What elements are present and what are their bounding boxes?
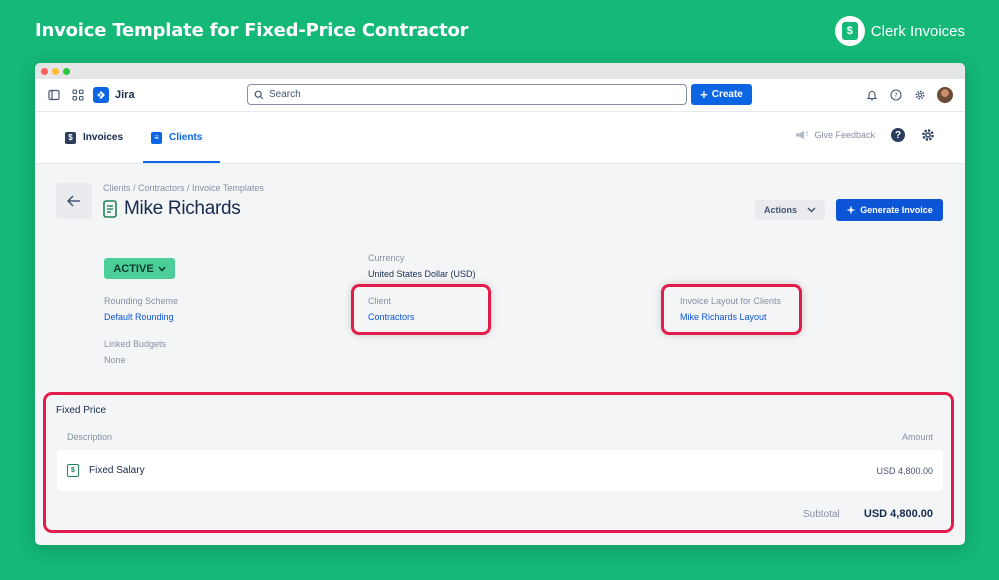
megaphone-icon bbox=[796, 131, 809, 139]
back-button[interactable] bbox=[56, 183, 92, 219]
salary-dollar-icon: $ bbox=[67, 464, 79, 477]
window-titlebar bbox=[35, 63, 965, 79]
invoice-layout-label: Invoice Layout for Clients bbox=[680, 296, 782, 306]
clients-icon: ≡ bbox=[151, 131, 163, 144]
subtotal-value: USD 4,800.00 bbox=[863, 508, 933, 520]
fixed-price-section: Fixed Price Description Amount $ Fixed S… bbox=[43, 392, 954, 533]
clerk-logo-icon: $ bbox=[834, 16, 865, 46]
search-input[interactable]: Search bbox=[247, 84, 687, 105]
svg-text:?: ? bbox=[894, 91, 898, 99]
generate-invoice-button[interactable]: Generate Invoice bbox=[836, 199, 943, 221]
page-title-text: Mike Richards bbox=[124, 198, 241, 219]
app-switcher-icon[interactable] bbox=[71, 88, 85, 102]
currency-value: United States Dollar (USD) bbox=[368, 269, 476, 279]
create-button-label: Create bbox=[711, 89, 743, 100]
actions-label: Actions bbox=[763, 205, 797, 215]
tab-invoices[interactable]: $ Invoices bbox=[65, 112, 133, 163]
line-item-amount: USD 4,800.00 bbox=[876, 465, 933, 476]
app-name[interactable]: Jira bbox=[115, 89, 135, 101]
sidebar-toggle-icon[interactable] bbox=[47, 88, 61, 102]
client-label: Client bbox=[368, 296, 392, 306]
create-button[interactable]: + Create bbox=[691, 84, 752, 105]
status-label: ACTIVE bbox=[113, 262, 154, 275]
brand-name: Clerk Invoices bbox=[870, 22, 965, 40]
tab-invoices-label: Invoices bbox=[83, 132, 124, 143]
linked-budgets-label: Linked Budgets bbox=[104, 339, 167, 349]
invoice-layout-link[interactable]: Mike Richards Layout bbox=[680, 312, 767, 322]
notifications-bell-icon[interactable] bbox=[865, 88, 879, 102]
give-feedback-label: Give Feedback bbox=[814, 130, 875, 140]
breadcrumb[interactable]: Clients / Contractors / Invoice Template… bbox=[103, 183, 264, 193]
layout-highlight bbox=[661, 284, 802, 335]
sparkle-icon bbox=[846, 205, 856, 215]
rounding-scheme-link[interactable]: Default Rounding bbox=[104, 312, 174, 322]
currency-label: Currency bbox=[368, 253, 405, 263]
plus-icon: + bbox=[700, 86, 708, 102]
top-navigation: Jira Search + Create ? bbox=[35, 79, 965, 112]
client-link[interactable]: Contractors bbox=[368, 312, 415, 322]
line-item-row[interactable]: $ Fixed Salary USD 4,800.00 bbox=[57, 450, 943, 491]
help-circle-icon[interactable]: ? bbox=[889, 88, 903, 102]
chevron-down-icon bbox=[807, 207, 816, 213]
tab-clients[interactable]: ≡ Clients bbox=[142, 112, 221, 163]
client-highlight bbox=[351, 284, 491, 335]
page-content: Clients / Contractors / Invoice Template… bbox=[35, 164, 965, 544]
invoice-document-icon bbox=[103, 200, 117, 218]
settings-gear-icon[interactable] bbox=[913, 88, 927, 102]
minimize-window-button[interactable] bbox=[52, 67, 59, 75]
search-placeholder: Search bbox=[269, 89, 301, 100]
tab-clients-label: Clients bbox=[169, 132, 203, 143]
rounding-scheme-label: Rounding Scheme bbox=[104, 296, 179, 306]
app-window: Jira Search + Create ? $ Invoices ≡ Clie… bbox=[35, 63, 965, 545]
subtotal-label: Subtotal bbox=[803, 509, 840, 520]
actions-dropdown[interactable]: Actions bbox=[755, 200, 825, 220]
status-dropdown[interactable]: ACTIVE bbox=[104, 258, 175, 279]
description-column-header: Description bbox=[67, 432, 113, 442]
search-icon bbox=[254, 90, 264, 99]
arrow-left-icon bbox=[67, 195, 80, 207]
chevron-down-icon bbox=[158, 266, 166, 272]
jira-logo-icon[interactable] bbox=[93, 87, 109, 103]
maximize-window-button[interactable] bbox=[63, 67, 70, 75]
give-feedback-button[interactable]: Give Feedback bbox=[795, 130, 875, 140]
help-icon[interactable]: ? bbox=[891, 128, 905, 142]
close-window-button[interactable] bbox=[41, 67, 48, 75]
page-title: Mike Richards bbox=[103, 198, 241, 220]
linked-budgets-value: None bbox=[104, 355, 126, 365]
fixed-price-title: Fixed Price bbox=[56, 405, 107, 416]
line-item-name: Fixed Salary bbox=[89, 465, 145, 476]
banner-title: Invoice Template for Fixed-Price Contrac… bbox=[35, 20, 469, 41]
generate-invoice-label: Generate Invoice bbox=[860, 205, 933, 215]
brand: $ Clerk Invoices bbox=[834, 16, 965, 46]
amount-column-header: Amount bbox=[901, 432, 933, 442]
invoice-icon: $ bbox=[65, 131, 76, 144]
user-avatar[interactable] bbox=[937, 87, 953, 103]
sub-navigation: $ Invoices ≡ Clients Give Feedback ? bbox=[35, 112, 965, 164]
settings-icon[interactable] bbox=[921, 128, 935, 142]
